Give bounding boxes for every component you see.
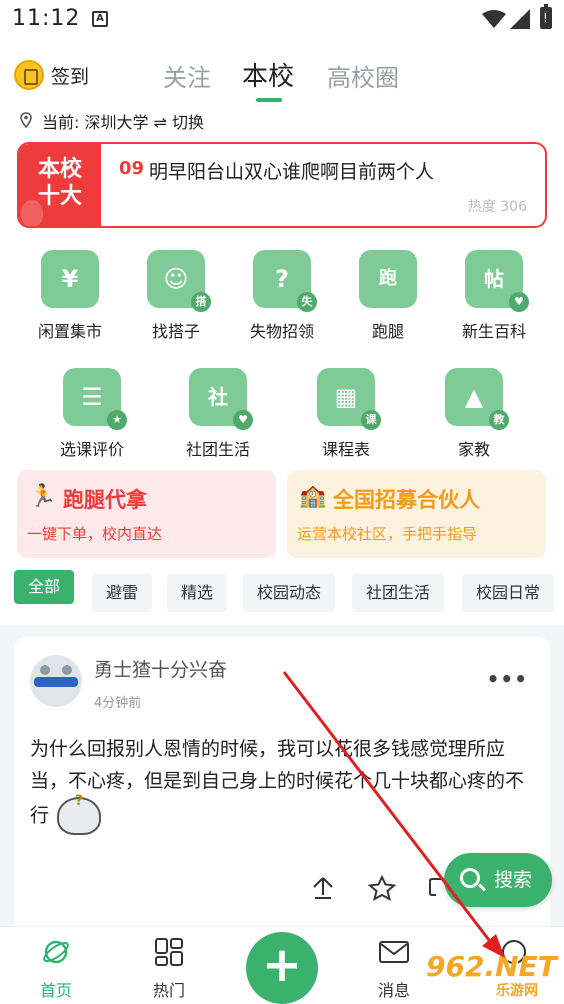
search-label: 搜索	[494, 869, 533, 891]
hot-heat: 热度 306	[467, 199, 527, 215]
tab-school[interactable]: 本校	[242, 56, 294, 93]
grid-label: 闲置集市	[37, 322, 102, 341]
hot-rank: 09	[119, 158, 145, 179]
promo-title: 跑腿代拿	[63, 488, 147, 512]
search-icon	[460, 868, 480, 888]
battery-icon: !	[540, 4, 552, 29]
lost-found-icon: ? 失	[253, 250, 317, 312]
freshman-wiki-icon: 帖 ♥	[465, 250, 529, 312]
grid-item-freshman-wiki[interactable]: 帖 ♥ 新生百科	[444, 250, 544, 342]
location-icon	[20, 112, 32, 128]
runner-icon: 🏃	[29, 484, 57, 509]
club-life-icon: 社 ♥	[189, 368, 253, 430]
chip-campus-daily[interactable]: 校园日常	[462, 574, 555, 612]
errand-icon: 跑	[359, 250, 417, 308]
grid-item-timetable[interactable]: ▦ 课 课程表	[296, 368, 396, 460]
post-content[interactable]: 为什么回报别人恩情的时候，我可以花很多钱感觉理所应当，不心疼，但是到自己身上的时…	[30, 733, 540, 835]
grid-item-club-life[interactable]: 社 ♥ 社团生活	[168, 368, 268, 460]
promo-partner-recruit[interactable]: 🏫 全国招募合伙人 运营本校社区，手把手指导	[287, 470, 546, 558]
post-create-button[interactable]: +	[246, 932, 318, 1004]
tab-campus-circle[interactable]: 高校圈	[327, 58, 399, 93]
sticker-icon	[57, 785, 102, 835]
grid-label: 新生百科	[461, 322, 526, 341]
promo-errand[interactable]: 🏃 跑腿代拿 一键下单，校内直达	[17, 470, 276, 558]
status-time: 11:12	[12, 6, 81, 31]
grid-label: 社团生活	[185, 440, 250, 459]
grid-item-lost-found[interactable]: ? 失 失物招领	[232, 250, 332, 342]
planet-icon	[43, 940, 69, 964]
promo-title: 全国招募合伙人	[333, 488, 480, 512]
chip-campus-news[interactable]: 校园动态	[243, 574, 336, 612]
grid-label: 选课评价	[59, 440, 124, 459]
grid-label: 跑腿	[371, 322, 404, 341]
chip-featured[interactable]: 精选	[167, 574, 228, 612]
post-text: 为什么回报别人恩情的时候，我可以花很多钱感觉理所应当，不心疼，但是到自己身上的时…	[30, 738, 525, 827]
location-switch[interactable]: 当前: 深圳大学 ⇌ 切换	[42, 109, 204, 133]
chip-avoid[interactable]: 避雷	[92, 574, 153, 612]
wifi-icon	[482, 10, 506, 28]
mail-icon	[379, 941, 409, 963]
watermark-logo: 962.NET 乐游网	[426, 950, 560, 1002]
school-icon: 🏫	[299, 484, 327, 509]
search-button[interactable]: 搜索	[444, 853, 552, 907]
battery-alert: !	[543, 11, 548, 25]
grid-label: 找搭子	[151, 322, 200, 341]
nav-label: 首页	[39, 981, 72, 1000]
post-author[interactable]: 勇士猹十分兴奋	[94, 655, 227, 682]
star-icon[interactable]	[368, 875, 396, 901]
nav-home[interactable]: 首页	[16, 927, 96, 1001]
signin-button[interactable]: 签到	[51, 62, 89, 89]
grid-item-errand[interactable]: 跑 跑腿	[338, 250, 438, 342]
nav-messages[interactable]: 消息	[354, 927, 434, 1001]
share-icon[interactable]	[310, 875, 336, 901]
more-icon[interactable]: •••	[487, 667, 528, 691]
timetable-icon: ▦ 课	[317, 368, 381, 430]
grid-icon	[155, 938, 183, 966]
post-time: 4分钟前	[94, 696, 142, 711]
chip-club-life[interactable]: 社团生活	[352, 574, 445, 612]
nav-label: 消息	[377, 981, 410, 1000]
coin-icon[interactable]	[14, 60, 44, 90]
partner-icon: ☺ 搭	[147, 250, 211, 312]
watermark-main: 962.NET	[426, 950, 557, 983]
grid-item-market[interactable]: ¥ 闲置集市	[20, 250, 120, 342]
grid-label: 课程表	[321, 440, 370, 459]
hot-topic[interactable]: 明早阳台山双心谁爬啊目前两个人	[149, 157, 434, 184]
chip-all[interactable]: 全部	[14, 570, 75, 604]
top-ten-badge-text: 本校十大	[37, 157, 82, 209]
active-tab-indicator	[256, 98, 282, 102]
top-ten-banner[interactable]: 本校十大 09 明早阳台山双心谁爬啊目前两个人 热度 306	[17, 142, 547, 228]
grid-item-course-review[interactable]: ☰ ★ 选课评价	[42, 368, 142, 460]
grid-item-partner[interactable]: ☺ 搭 找搭子	[126, 250, 226, 342]
status-bar: 11:12 A !	[0, 0, 564, 40]
promo-subtitle: 运营本校社区，手把手指导	[297, 525, 478, 543]
notification-icon: A	[92, 11, 108, 27]
nav-label: 热门	[152, 981, 185, 1000]
course-review-icon: ☰ ★	[63, 368, 127, 430]
grid-label: 失物招领	[249, 322, 314, 341]
tab-follow[interactable]: 关注	[163, 58, 211, 93]
market-icon: ¥	[41, 250, 99, 308]
flame-icon	[21, 200, 43, 226]
tutor-icon: ▲ 教	[445, 368, 509, 430]
watermark-sub: 乐游网	[496, 983, 538, 999]
grid-label: 家教	[457, 440, 490, 459]
signal-icon	[510, 9, 530, 29]
promo-subtitle: 一键下单，校内直达	[27, 525, 163, 543]
nav-hot[interactable]: 热门	[129, 927, 209, 1001]
grid-item-tutor[interactable]: ▲ 教 家教	[424, 368, 524, 460]
avatar[interactable]	[30, 655, 82, 707]
